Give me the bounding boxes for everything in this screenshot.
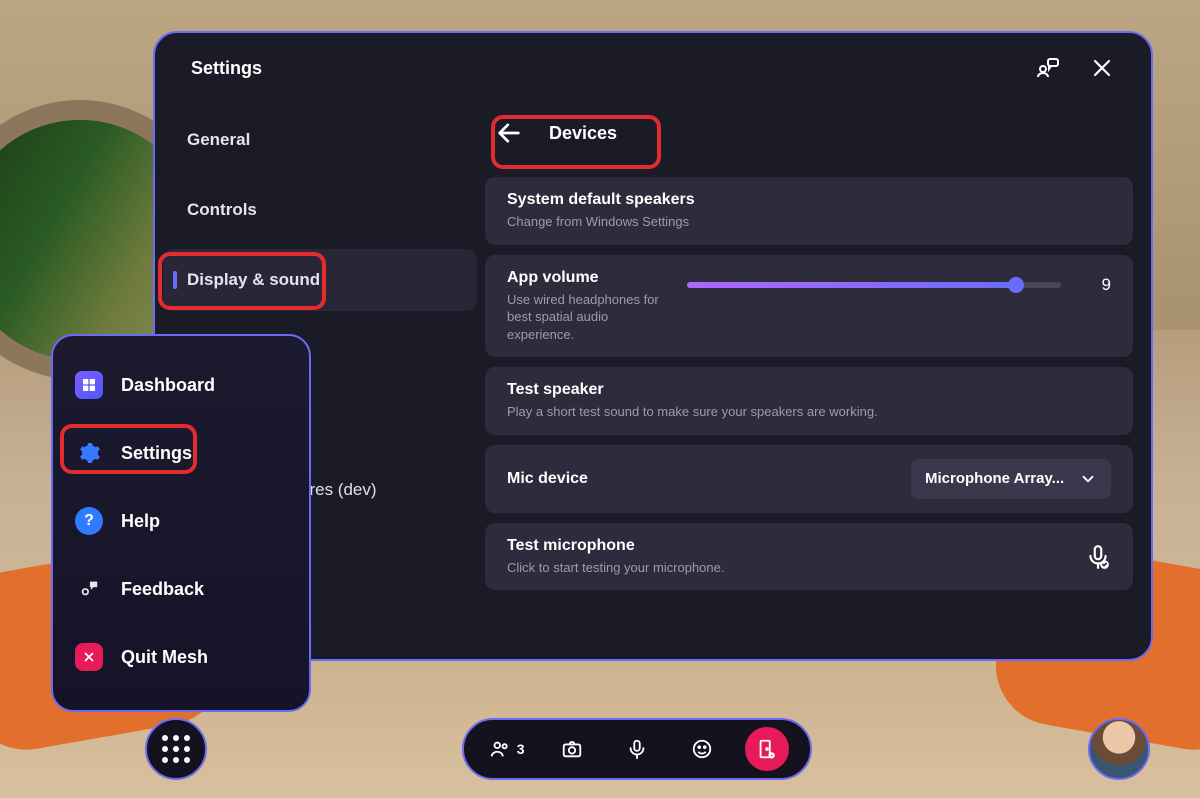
- mic-device-card: Mic device Microphone Array...: [485, 445, 1133, 513]
- app-volume-card: App volume Use wired headphones for best…: [485, 255, 1133, 358]
- help-icon: ?: [75, 507, 103, 535]
- menu-item-feedback[interactable]: Feedback: [61, 558, 301, 620]
- volume-title: App volume: [507, 269, 667, 287]
- window-actions: [1035, 55, 1115, 81]
- bottom-toolbar: 3: [462, 718, 812, 780]
- content-title: Devices: [549, 123, 617, 144]
- people-chat-icon[interactable]: [1035, 55, 1061, 81]
- menu-item-label: Help: [121, 511, 160, 532]
- window-header: Settings: [155, 33, 1151, 103]
- main-menu-panel: Dashboard Settings ? Help Feedback Quit …: [51, 334, 311, 712]
- microphone-button[interactable]: [615, 727, 659, 771]
- test-mic-title: Test microphone: [507, 537, 724, 555]
- test-speaker-sub: Play a short test sound to make sure you…: [507, 403, 878, 421]
- apps-button[interactable]: [145, 718, 207, 780]
- content-header[interactable]: Devices: [485, 109, 1133, 157]
- camera-button[interactable]: [550, 727, 594, 771]
- sidebar-item-obscured[interactable]: ures (dev): [300, 480, 377, 500]
- dashboard-icon: [75, 371, 103, 399]
- speakers-sub: Change from Windows Settings: [507, 213, 695, 231]
- reactions-button[interactable]: [680, 727, 724, 771]
- chevron-down-icon: [1079, 470, 1097, 488]
- close-icon[interactable]: [1089, 55, 1115, 81]
- test-microphone-card[interactable]: Test microphone Click to start testing y…: [485, 523, 1133, 591]
- test-speaker-title: Test speaker: [507, 381, 878, 399]
- speakers-card[interactable]: System default speakers Change from Wind…: [485, 177, 1133, 245]
- microphone-check-icon: [1085, 544, 1111, 570]
- mic-device-title: Mic device: [507, 470, 588, 488]
- window-title: Settings: [191, 58, 262, 79]
- menu-item-help[interactable]: ? Help: [61, 490, 301, 552]
- sidebar-item-controls[interactable]: Controls: [163, 179, 477, 241]
- sidebar-item-label: General: [187, 130, 250, 150]
- speakers-title: System default speakers: [507, 191, 695, 209]
- leave-button[interactable]: [745, 727, 789, 771]
- menu-item-label: Feedback: [121, 579, 204, 600]
- sidebar-item-label: Display & sound: [187, 270, 320, 290]
- gear-icon: [75, 439, 103, 467]
- avatar-button[interactable]: [1088, 718, 1150, 780]
- menu-item-label: Dashboard: [121, 375, 215, 396]
- mic-device-selected: Microphone Array...: [925, 470, 1064, 487]
- test-mic-sub: Click to start testing your microphone.: [507, 559, 724, 577]
- menu-item-quit[interactable]: Quit Mesh: [61, 626, 301, 688]
- mic-device-dropdown[interactable]: Microphone Array...: [911, 459, 1111, 499]
- volume-sub: Use wired headphones for best spatial au…: [507, 291, 667, 344]
- menu-item-label: Quit Mesh: [121, 647, 208, 668]
- menu-item-label: Settings: [121, 443, 192, 464]
- sidebar-item-display-sound[interactable]: Display & sound: [163, 249, 477, 311]
- participants-button[interactable]: 3: [485, 727, 529, 771]
- sidebar-item-general[interactable]: General: [163, 109, 477, 171]
- participants-count: 3: [517, 741, 525, 757]
- apps-grid-icon: [162, 735, 190, 763]
- volume-value: 9: [1081, 275, 1111, 295]
- volume-slider[interactable]: 9: [687, 275, 1111, 295]
- close-icon: [75, 643, 103, 671]
- menu-item-dashboard[interactable]: Dashboard: [61, 354, 301, 416]
- test-speaker-card[interactable]: Test speaker Play a short test sound to …: [485, 367, 1133, 435]
- back-arrow-icon[interactable]: [495, 119, 523, 147]
- feedback-icon: [75, 575, 103, 603]
- settings-content: Devices System default speakers Change f…: [485, 103, 1151, 659]
- sidebar-item-label: Controls: [187, 200, 257, 220]
- menu-item-settings[interactable]: Settings: [61, 422, 301, 484]
